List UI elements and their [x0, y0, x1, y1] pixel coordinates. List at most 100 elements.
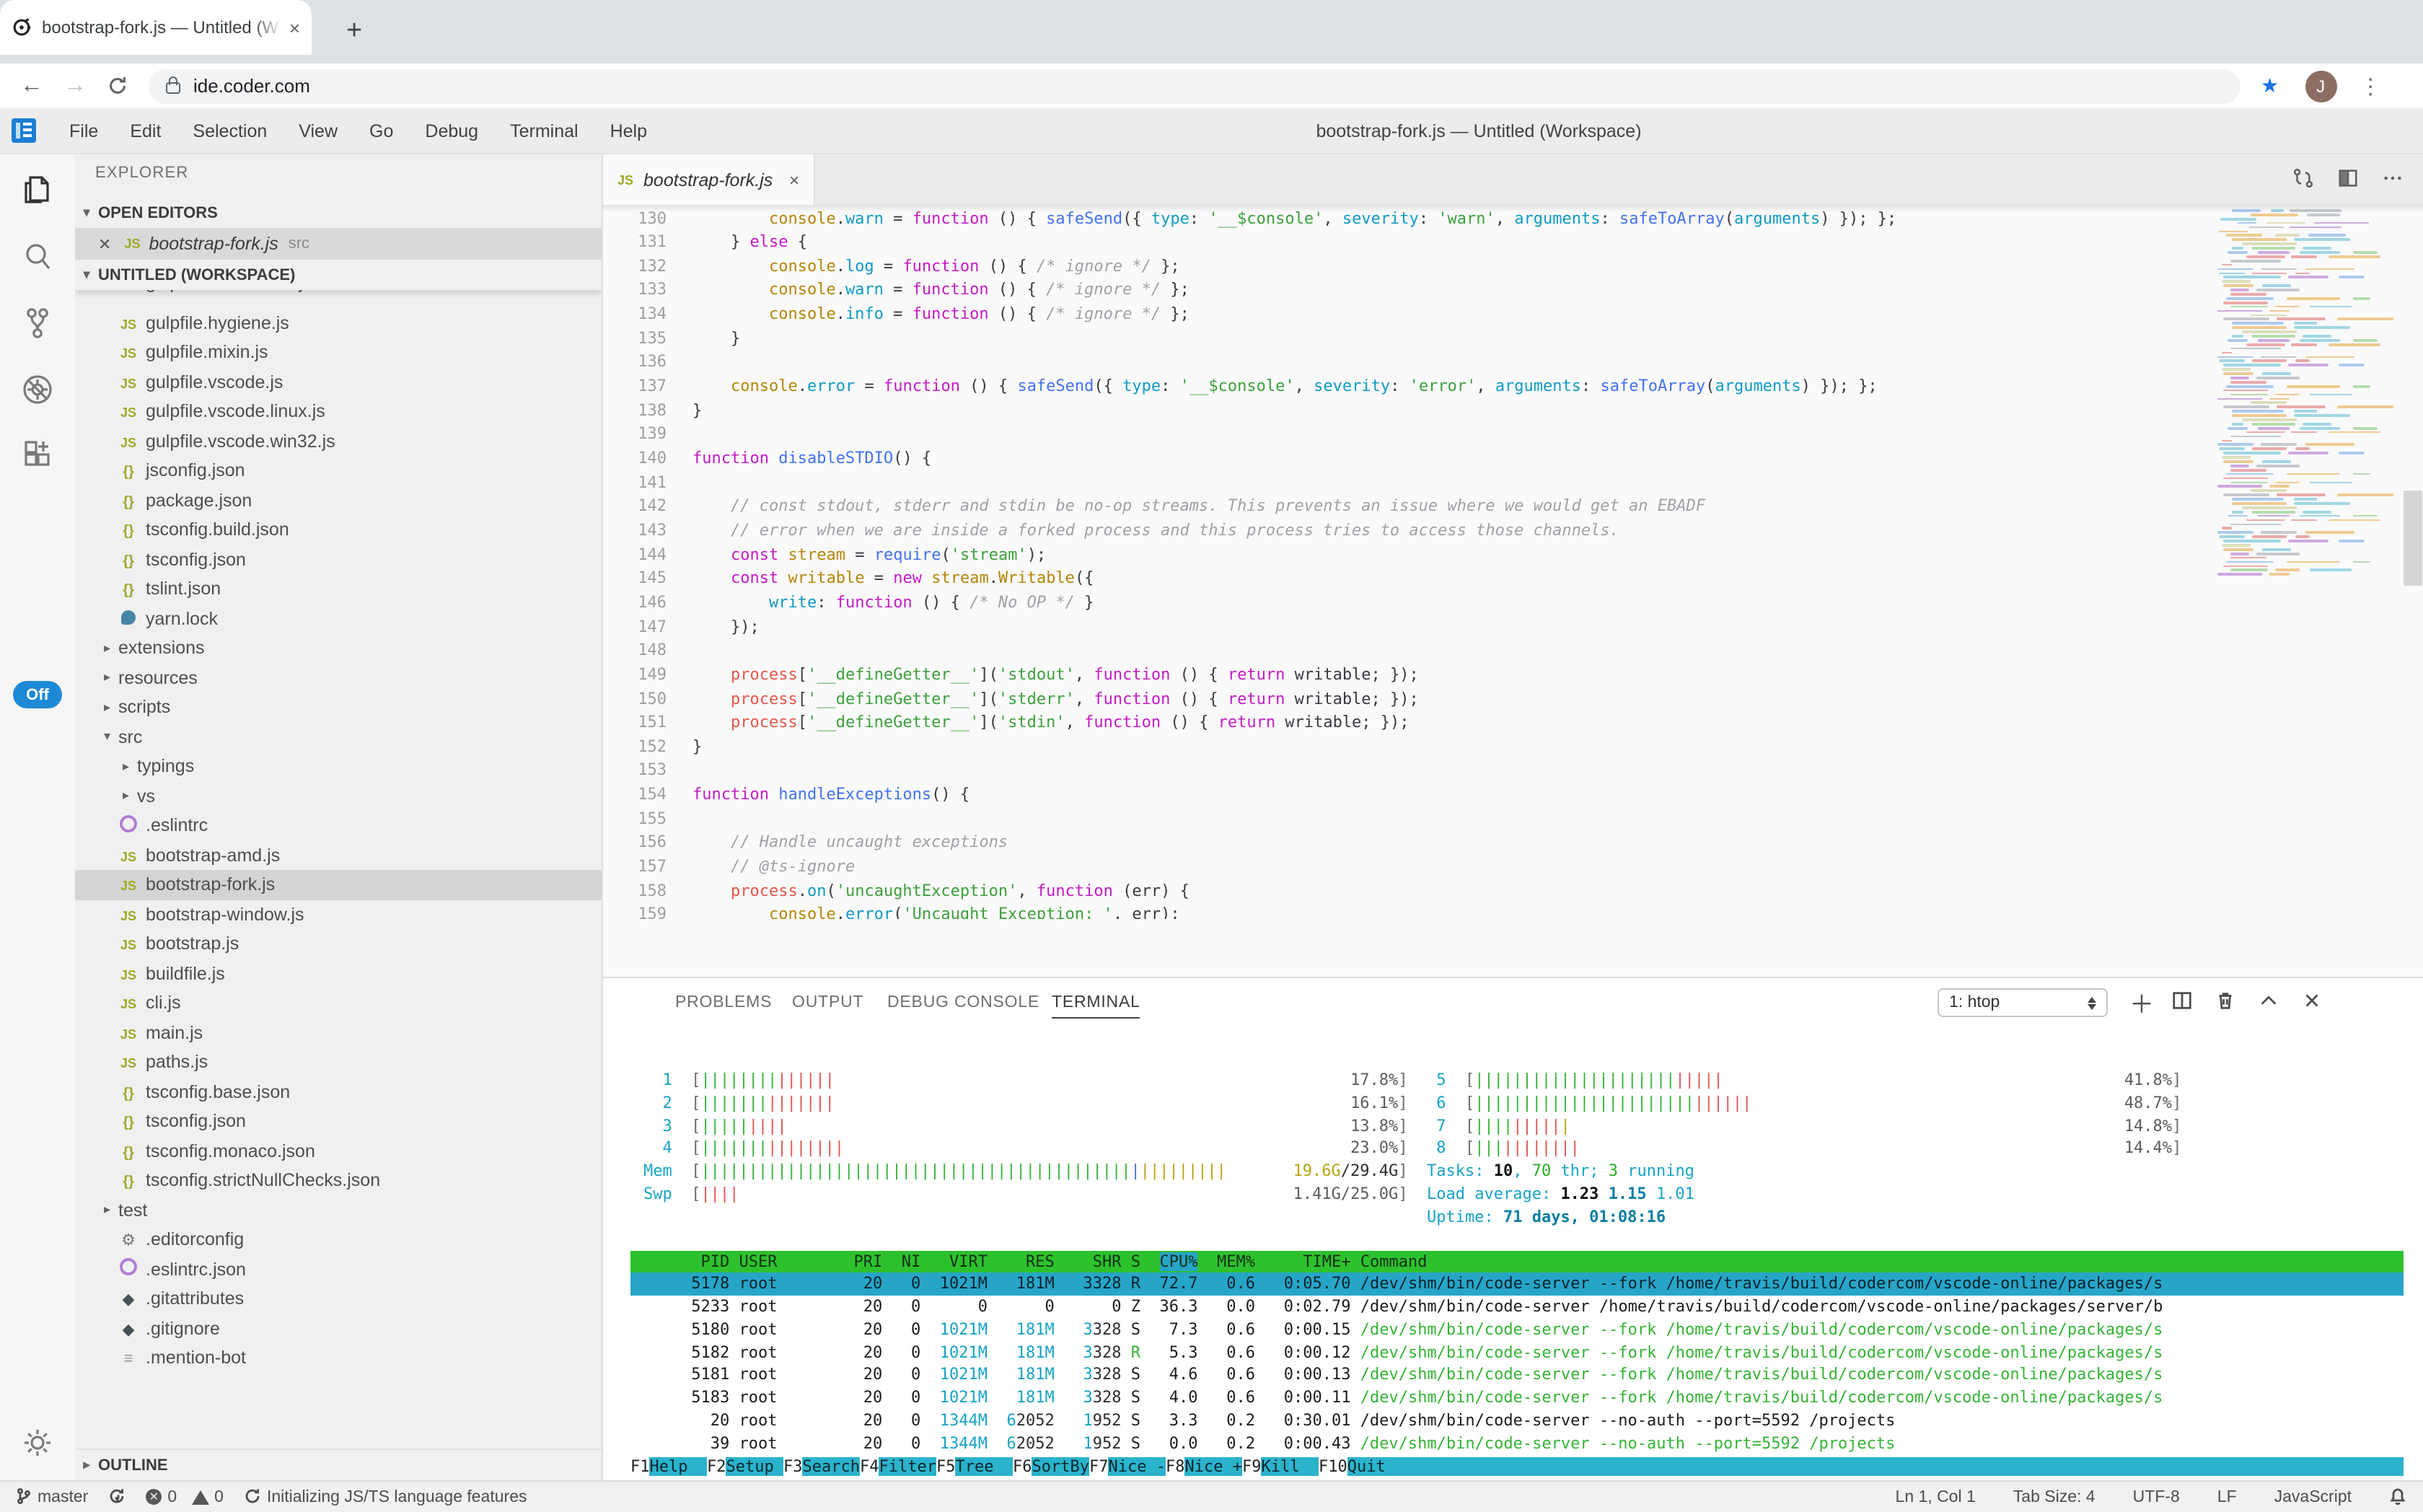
tree-item-tsconfig.strictNullChecks.json[interactable]: {}tsconfig.strictNullChecks.json — [75, 1166, 603, 1195]
panel-tab-output[interactable]: OUTPUT — [792, 994, 863, 1011]
language-status-item[interactable]: Initializing JS/TS language features — [244, 1487, 527, 1506]
close-panel-icon[interactable] — [2301, 990, 2323, 1019]
sync-item[interactable] — [108, 1487, 126, 1506]
editor-tab-close-icon[interactable]: × — [789, 170, 799, 190]
htop-process-row[interactable]: 5181 root 20 0 1021M 181M 3328 S 4.6 0.6… — [630, 1364, 2404, 1387]
tree-item-extensions[interactable]: ▸extensions — [75, 633, 603, 663]
menu-selection[interactable]: Selection — [193, 120, 267, 141]
new-terminal-icon[interactable]: ＋ — [2129, 984, 2154, 1020]
tree-item-bootstrap-fork.js[interactable]: JSbootstrap-fork.js — [75, 870, 603, 900]
tab-size-indicator[interactable]: Tab Size: 4 — [2013, 1488, 2096, 1506]
htop-process-row[interactable]: 5183 root 20 0 1021M 181M 3328 S 4.0 0.6… — [630, 1386, 2404, 1410]
tree-item-test[interactable]: ▸test — [75, 1195, 603, 1225]
tree-item-tsconfig.monaco.json[interactable]: {}tsconfig.monaco.json — [75, 1136, 603, 1166]
explorer-icon[interactable] — [19, 172, 56, 209]
tree-item-bootstrap-amd.js[interactable]: JSbootstrap-amd.js — [75, 840, 603, 870]
split-terminal-icon[interactable] — [2171, 990, 2193, 1019]
forward-icon[interactable]: → — [63, 73, 87, 99]
tree-item-yarn.lock[interactable]: yarn.lock — [75, 604, 603, 633]
tree-item-.eslintrc[interactable]: .eslintrc — [75, 811, 603, 840]
tree-item-jsconfig.json[interactable]: {}jsconfig.json — [75, 456, 603, 485]
reload-icon[interactable] — [107, 75, 128, 97]
menu-terminal[interactable]: Terminal — [510, 120, 579, 141]
tree-item-tslint.json[interactable]: {}tslint.json — [75, 574, 603, 604]
tree-item-gulpfile.vscode.js[interactable]: JSgulpfile.vscode.js — [75, 367, 603, 397]
avatar[interactable]: J — [2305, 70, 2336, 102]
menu-help[interactable]: Help — [610, 120, 647, 141]
problems-item[interactable]: ✕ 0 0 — [146, 1488, 224, 1506]
kill-terminal-icon[interactable] — [2215, 990, 2236, 1019]
tree-item-.gitattributes[interactable]: ◆.gitattributes — [75, 1284, 603, 1314]
htop-process-row[interactable]: 5233 root 20 0 0 0 0 Z 36.3 0.0 0:02.79 … — [630, 1296, 2404, 1319]
htop-table-header[interactable]: PID USER PRI NI VIRT RES SHR S CPU% MEM%… — [630, 1250, 2404, 1273]
bookmark-star-icon[interactable]: ★ — [2261, 74, 2279, 98]
htop-process-row[interactable]: 5180 root 20 0 1021M 181M 3328 S 7.3 0.6… — [630, 1319, 2404, 1342]
tree-item-buildfile.js[interactable]: JSbuildfile.js — [75, 959, 603, 988]
htop-function-key-bar[interactable]: F1Help F2Setup F3SearchF4FilterF5Tree F6… — [630, 1456, 2404, 1479]
tree-item-gulpfile.hygiene.js[interactable]: JSgulpfile.hygiene.js — [75, 308, 603, 338]
url-text[interactable]: ide.coder.com — [193, 75, 310, 97]
menu-go[interactable]: Go — [369, 120, 393, 141]
toggle-sync-icon[interactable] — [2292, 167, 2314, 196]
split-editor-icon[interactable] — [2337, 167, 2359, 196]
status-badge[interactable]: Off — [13, 681, 62, 708]
menu-view[interactable]: View — [299, 120, 338, 141]
tree-item-resources[interactable]: ▸resources — [75, 663, 603, 693]
cursor-position[interactable]: Ln 1, Col 1 — [1896, 1488, 1976, 1506]
htop-process-row[interactable]: 39 root 20 0 1344M 62052 1952 S 0.0 0.2 … — [630, 1432, 2404, 1455]
panel-tab-debug-console[interactable]: DEBUG CONSOLE — [887, 994, 1039, 1011]
htop-process-row[interactable]: 5178 root 20 0 1021M 181M 3328 R 72.7 0.… — [630, 1273, 2404, 1296]
panel-tab-terminal[interactable]: TERMINAL — [1052, 994, 1140, 1019]
extensions-icon[interactable] — [19, 437, 56, 475]
back-icon[interactable]: ← — [20, 73, 43, 99]
tree-item-tsconfig.json[interactable]: {}tsconfig.json — [75, 1107, 603, 1136]
search-icon[interactable] — [19, 238, 56, 276]
htop-process-row[interactable]: 5182 root 20 0 1021M 181M 3328 R 5.3 0.6… — [630, 1341, 2404, 1364]
tree-item-cli.js[interactable]: JScli.js — [75, 988, 603, 1018]
tab-close-icon[interactable]: × — [289, 17, 300, 38]
tree-item-package.json[interactable]: {}package.json — [75, 485, 603, 515]
tree-item-bootstrap.js[interactable]: JSbootstrap.js — [75, 929, 603, 959]
url-bar[interactable]: ide.coder.com — [149, 69, 2240, 103]
code-editor[interactable]: 130 console.warn = function () { safeSen… — [603, 205, 2423, 919]
language-mode[interactable]: JavaScript — [2274, 1488, 2352, 1506]
tree-item-main.js[interactable]: JSmain.js — [75, 1018, 603, 1047]
git-branch-item[interactable]: master — [14, 1487, 88, 1506]
tree-item-tsconfig.base.json[interactable]: {}tsconfig.base.json — [75, 1077, 603, 1107]
menu-edit[interactable]: Edit — [130, 120, 161, 141]
minimap[interactable] — [2217, 209, 2402, 830]
close-icon[interactable]: ✕ — [98, 234, 111, 253]
panel-tab-problems[interactable]: PROBLEMS — [675, 994, 772, 1011]
open-editors-header[interactable]: ▾ OPEN EDITORS — [75, 198, 602, 228]
editor-tab[interactable]: JS bootstrap-fork.js × — [603, 154, 815, 205]
tree-item-.mention-bot[interactable]: ≡.mention-bot — [75, 1343, 603, 1373]
htop-process-row[interactable]: 20 root 20 0 1344M 62052 1952 S 3.3 0.2 … — [630, 1410, 2404, 1433]
eol-indicator[interactable]: LF — [2217, 1488, 2237, 1506]
terminal-select[interactable]: 1: htop — [1938, 988, 2108, 1017]
menu-file[interactable]: File — [69, 120, 98, 141]
editor-scrollbar[interactable] — [2404, 491, 2422, 586]
browser-menu-icon[interactable]: ⋮ — [2360, 73, 2381, 99]
tree-item-scripts[interactable]: ▸scripts — [75, 693, 603, 722]
tree-item-.editorconfig[interactable]: ⚙.editorconfig — [75, 1225, 603, 1254]
encoding-indicator[interactable]: UTF-8 — [2133, 1488, 2180, 1506]
new-tab-button[interactable]: + — [346, 17, 362, 45]
menu-debug[interactable]: Debug — [425, 120, 478, 141]
debug-icon[interactable] — [19, 371, 56, 408]
tree-item-bootstrap-window.js[interactable]: JSbootstrap-window.js — [75, 900, 603, 929]
notifications-bell-icon[interactable] — [2389, 1487, 2406, 1506]
tree-item-vs[interactable]: ▸vs — [75, 781, 603, 811]
tree-item-gulpfile.vscode.win32.js[interactable]: JSgulpfile.vscode.win32.js — [75, 426, 603, 456]
tree-item-.eslintrc.json[interactable]: .eslintrc.json — [75, 1254, 603, 1284]
tree-item-.gitignore[interactable]: ◆.gitignore — [75, 1314, 603, 1343]
browser-tab[interactable]: bootstrap-fork.js — Untitled (W × — [0, 0, 312, 55]
tree-item-paths.js[interactable]: JSpaths.js — [75, 1047, 603, 1077]
open-editor-item[interactable]: ✕ JS bootstrap-fork.js src — [75, 228, 602, 260]
tree-item-tsconfig.json[interactable]: {}tsconfig.json — [75, 545, 603, 574]
tree-item-src[interactable]: ▾src — [75, 722, 603, 752]
tree-item-gulpfile.mixin.js[interactable]: JSgulpfile.mixin.js — [75, 338, 603, 367]
tree-item-tsconfig.build.json[interactable]: {}tsconfig.build.json — [75, 515, 603, 545]
tree-item-gulpfile.vscode.linux.js[interactable]: JSgulpfile.vscode.linux.js — [75, 397, 603, 426]
tree-item-typings[interactable]: ▸typings — [75, 752, 603, 781]
maximize-panel-icon[interactable] — [2258, 990, 2279, 1019]
